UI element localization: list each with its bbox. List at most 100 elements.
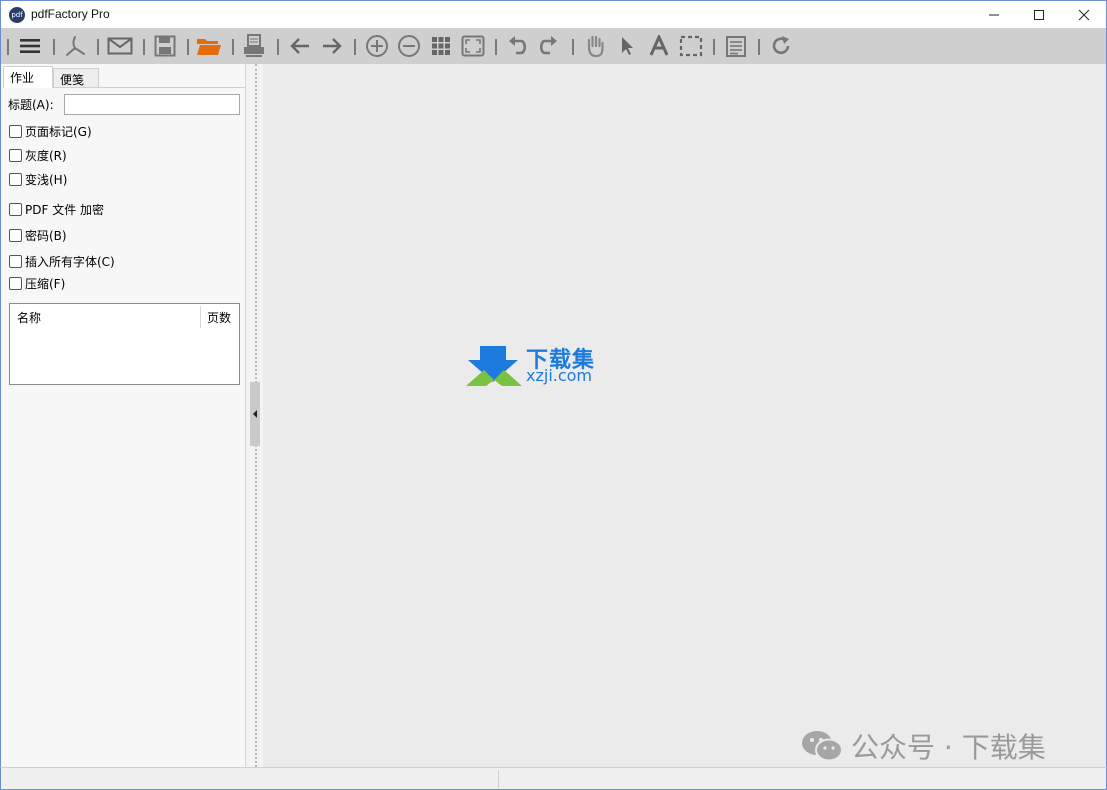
refresh-button[interactable] (767, 33, 795, 59)
undo-button[interactable] (504, 33, 532, 59)
compress-option[interactable]: 压缩(F) (9, 275, 65, 292)
tab-notes[interactable]: 便笺 (53, 68, 99, 88)
hand-tool-button[interactable] (581, 33, 609, 59)
embed-fonts-label: 插入所有字体(C) (25, 255, 115, 269)
grid-view-icon (432, 37, 450, 55)
back-button[interactable] (286, 33, 314, 59)
panel-splitter[interactable] (246, 64, 263, 767)
print-icon (244, 34, 264, 57)
column-header-pages[interactable]: 页数 (207, 309, 231, 326)
minimize-button[interactable] (971, 1, 1017, 29)
select-arrow-button[interactable] (613, 33, 641, 59)
password-label: 密码(B) (25, 229, 67, 243)
lighten-label: 变浅(H) (25, 173, 68, 187)
embed-fonts-checkbox[interactable] (9, 255, 22, 268)
pdf-encrypt-option[interactable]: PDF 文件 加密 (9, 201, 104, 218)
status-bar (0, 767, 1107, 790)
title-bar: pdf pdfFactory Pro (0, 0, 1107, 28)
back-icon (290, 38, 309, 54)
open-button[interactable] (195, 33, 223, 59)
toolbar-separator (7, 39, 9, 55)
watermark: 公众号 · 下载集 (801, 726, 1046, 766)
print-button[interactable] (240, 33, 268, 59)
toolbar-separator (143, 39, 145, 55)
window-title: pdfFactory Pro (31, 7, 110, 21)
fit-page-icon (461, 35, 485, 57)
notes-icon (726, 36, 746, 57)
hand-tool-icon (587, 35, 604, 58)
toolbar-separator (572, 39, 574, 55)
marquee-select-button[interactable] (677, 33, 705, 59)
collapse-left-icon (253, 410, 257, 418)
column-divider[interactable] (200, 306, 201, 328)
toolbar (0, 28, 1107, 64)
select-arrow-icon (622, 37, 633, 55)
password-option[interactable]: 密码(B) (9, 227, 67, 244)
open-folder-icon (197, 39, 221, 55)
status-bar-divider (498, 770, 499, 788)
logo-url: xzji.com (526, 366, 593, 385)
lighten-checkbox[interactable] (9, 173, 22, 186)
embed-fonts-option[interactable]: 插入所有字体(C) (9, 253, 115, 270)
toolbar-separator (758, 39, 760, 55)
page-marks-label: 页面标记(G) (25, 125, 92, 139)
page-marks-checkbox[interactable] (9, 125, 22, 138)
close-button[interactable] (1061, 1, 1107, 29)
save-button[interactable] (151, 33, 179, 59)
pdf-button[interactable] (61, 33, 89, 59)
file-list[interactable]: 名称 页数 (9, 303, 240, 385)
notes-button[interactable] (722, 33, 750, 59)
zoom-out-button[interactable] (395, 33, 423, 59)
title-label: 标题(A): (8, 98, 54, 112)
zoom-out-icon (398, 35, 420, 57)
password-checkbox[interactable] (9, 229, 22, 242)
refresh-icon (772, 36, 790, 55)
forward-button[interactable] (318, 33, 346, 59)
redo-icon (539, 36, 557, 55)
zoom-in-button[interactable] (363, 33, 391, 59)
pdf-encrypt-label: PDF 文件 加密 (25, 203, 105, 217)
save-icon (154, 35, 176, 57)
toolbar-separator (97, 39, 99, 55)
minimize-icon (989, 14, 999, 16)
fit-page-button[interactable] (459, 33, 487, 59)
compress-checkbox[interactable] (9, 277, 22, 290)
redo-button[interactable] (534, 33, 562, 59)
undo-icon (509, 36, 527, 55)
column-header-name[interactable]: 名称 (17, 309, 41, 326)
grayscale-option[interactable]: 灰度(R) (9, 147, 67, 164)
text-tool-icon (649, 35, 669, 56)
text-tool-button[interactable] (645, 33, 673, 59)
email-button[interactable] (106, 33, 134, 59)
lighten-option[interactable]: 变浅(H) (9, 171, 67, 188)
menu-icon (20, 39, 40, 53)
grayscale-checkbox[interactable] (9, 149, 22, 162)
grid-view-button[interactable] (427, 33, 455, 59)
job-panel: 作业 便笺 标题(A): 页面标记(G) 灰度(R) 变浅(H) PDF 文件 … (0, 64, 246, 767)
compress-label: 压缩(F) (25, 277, 66, 291)
pdf-encrypt-checkbox[interactable] (9, 203, 22, 216)
collapse-panel-button[interactable] (250, 382, 260, 446)
toolbar-separator (354, 39, 356, 55)
preview-area[interactable]: 下载集 xzji.com 公众号 · 下载集 (263, 64, 1107, 767)
page-marks-option[interactable]: 页面标记(G) (9, 123, 92, 140)
watermark-text: 公众号 · 下载集 (851, 731, 1046, 764)
email-icon (107, 37, 133, 55)
zoom-in-icon (366, 35, 388, 57)
toolbar-separator (232, 39, 234, 55)
marquee-select-icon (679, 35, 703, 57)
grayscale-label: 灰度(R) (25, 149, 67, 163)
forward-icon (323, 38, 342, 54)
maximize-button[interactable] (1016, 1, 1062, 29)
title-input[interactable] (64, 94, 240, 115)
app-logo-icon: pdf (9, 7, 25, 23)
download-arrow-logo-icon (466, 346, 522, 386)
toolbar-separator (277, 39, 279, 55)
maximize-icon (1034, 10, 1044, 20)
toolbar-separator (495, 39, 497, 55)
pdf-icon (66, 36, 85, 56)
menu-button[interactable] (16, 33, 44, 59)
site-logo: 下载集 xzji.com (466, 342, 616, 390)
toolbar-separator (713, 39, 715, 55)
tab-job[interactable]: 作业 (3, 66, 53, 88)
